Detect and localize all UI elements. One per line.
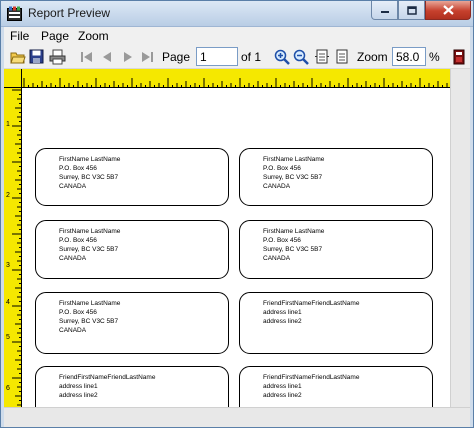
horizontal-ruler-ticks: [23, 78, 448, 88]
label-line: P.O. Box 456: [59, 309, 97, 316]
maximize-button[interactable]: [398, 1, 425, 20]
label-text: FirstName LastName P.O. Box 456 Surrey, …: [59, 299, 120, 335]
label-line: address line1: [59, 383, 98, 390]
maximize-icon: [406, 5, 417, 15]
mailing-label: FirstName LastName P.O. Box 456 Surrey, …: [239, 148, 433, 206]
first-page-icon[interactable]: [78, 48, 95, 65]
label-line: CANADA: [263, 255, 291, 262]
zoom-in-icon[interactable]: [273, 48, 290, 65]
mailing-label: FriendFirstNameFriendLastName address li…: [239, 366, 433, 407]
label-line: CANADA: [59, 327, 87, 334]
title-bar[interactable]: Report Preview: [1, 1, 473, 27]
report-preview-window: Report Preview File Page Zoom Page 1 of …: [0, 0, 474, 428]
minimize-button[interactable]: [371, 1, 398, 20]
label-line: address line2: [59, 392, 98, 399]
mailing-label: FirstName LastName P.O. Box 456 Surrey, …: [35, 220, 229, 279]
label-text: FirstName LastName P.O. Box 456 Surrey, …: [59, 155, 120, 191]
label-line: FriendFirstNameFriendLastName: [263, 374, 360, 381]
menu-file[interactable]: File: [10, 29, 29, 43]
label-line: address line1: [263, 309, 302, 316]
label-line: P.O. Box 456: [263, 165, 301, 172]
label-line: CANADA: [59, 255, 87, 262]
label-line: FirstName LastName: [59, 156, 121, 163]
exit-icon[interactable]: [450, 48, 467, 65]
label-text: FriendFirstNameFriendLastName address li…: [59, 373, 155, 400]
vertical-ruler: 1 2 3 4 5 6: [4, 88, 22, 407]
close-icon: [442, 5, 454, 15]
next-page-icon[interactable]: [119, 48, 136, 65]
label-line: FriendFirstNameFriendLastName: [59, 374, 156, 381]
report-page: FirstName LastName P.O. Box 456 Surrey, …: [23, 89, 450, 407]
last-page-icon[interactable]: [138, 48, 155, 65]
page-number-input[interactable]: [196, 47, 238, 66]
label-line: Surrey, BC V3C 5B7: [263, 246, 323, 253]
menu-bar: File Page Zoom: [4, 27, 470, 45]
label-line: FirstName LastName: [263, 156, 325, 163]
ruler-number: 1: [6, 121, 10, 128]
zoom-percent-input[interactable]: [392, 47, 426, 66]
zoom-out-icon[interactable]: [292, 48, 309, 65]
page-count-label: of 1: [241, 50, 262, 64]
label-line: address line2: [263, 392, 302, 399]
label-line: P.O. Box 456: [263, 237, 301, 244]
ruler-number: 4: [6, 299, 10, 306]
label-line: Surrey, BC V3C 5B7: [59, 246, 119, 253]
ruler-number: 6: [6, 385, 10, 392]
label-line: Surrey, BC V3C 5B7: [59, 318, 119, 325]
percent-label: %: [429, 50, 440, 64]
horizontal-ruler: [4, 69, 450, 88]
mailing-label: FirstName LastName P.O. Box 456 Surrey, …: [239, 220, 433, 279]
mailing-label: FirstName LastName P.O. Box 456 Surrey, …: [35, 292, 229, 354]
label-line: P.O. Box 456: [59, 237, 97, 244]
label-line: CANADA: [59, 183, 87, 190]
label-line: address line2: [263, 318, 302, 325]
window-title: Report Preview: [28, 6, 111, 20]
label-text: FirstName LastName P.O. Box 456 Surrey, …: [263, 155, 324, 191]
ruler-corner: [4, 69, 22, 88]
label-line: Surrey, BC V3C 5B7: [263, 174, 323, 181]
previous-page-icon[interactable]: [98, 48, 115, 65]
menu-page[interactable]: Page: [41, 29, 69, 43]
fit-width-icon[interactable]: [313, 48, 330, 65]
close-window-button[interactable]: [425, 1, 471, 20]
label-line: address line1: [263, 383, 302, 390]
zoom-label: Zoom: [357, 50, 388, 64]
mailing-label: FriendFirstNameFriendLastName address li…: [239, 292, 433, 354]
label-line: FriendFirstNameFriendLastName: [263, 300, 360, 307]
label-line: P.O. Box 456: [59, 165, 97, 172]
print-icon[interactable]: [49, 48, 66, 65]
vertical-scrollbar[interactable]: [450, 69, 470, 407]
label-text: FirstName LastName P.O. Box 456 Surrey, …: [59, 227, 120, 263]
label-text: FriendFirstNameFriendLastName address li…: [263, 299, 359, 326]
ruler-number: 3: [6, 262, 10, 269]
report-app-icon: [7, 6, 22, 21]
label-line: FirstName LastName: [263, 228, 325, 235]
mailing-label: FirstName LastName P.O. Box 456 Surrey, …: [35, 148, 229, 206]
preview-area: 1 2 3 4 5 6 FirstName LastName P.O. Box …: [4, 69, 470, 407]
open-folder-icon[interactable]: [9, 48, 26, 65]
menu-zoom[interactable]: Zoom: [78, 29, 109, 43]
horizontal-scrollbar[interactable]: [4, 407, 470, 427]
page-label: Page: [162, 50, 191, 64]
ruler-number: 5: [6, 334, 10, 341]
label-line: CANADA: [263, 183, 291, 190]
label-line: Surrey, BC V3C 5B7: [59, 174, 119, 181]
save-icon[interactable]: [28, 48, 45, 65]
label-line: FirstName LastName: [59, 300, 121, 307]
toolbar: Page of 1 Zoom %: [4, 45, 470, 69]
mailing-label: FriendFirstNameFriendLastName address li…: [35, 366, 229, 407]
label-text: FriendFirstNameFriendLastName address li…: [263, 373, 359, 400]
vertical-ruler-ticks: [12, 89, 22, 406]
minimize-icon: [380, 11, 389, 13]
fit-page-icon[interactable]: [333, 48, 350, 65]
label-line: FirstName LastName: [59, 228, 121, 235]
ruler-number: 2: [6, 192, 10, 199]
label-text: FirstName LastName P.O. Box 456 Surrey, …: [263, 227, 324, 263]
